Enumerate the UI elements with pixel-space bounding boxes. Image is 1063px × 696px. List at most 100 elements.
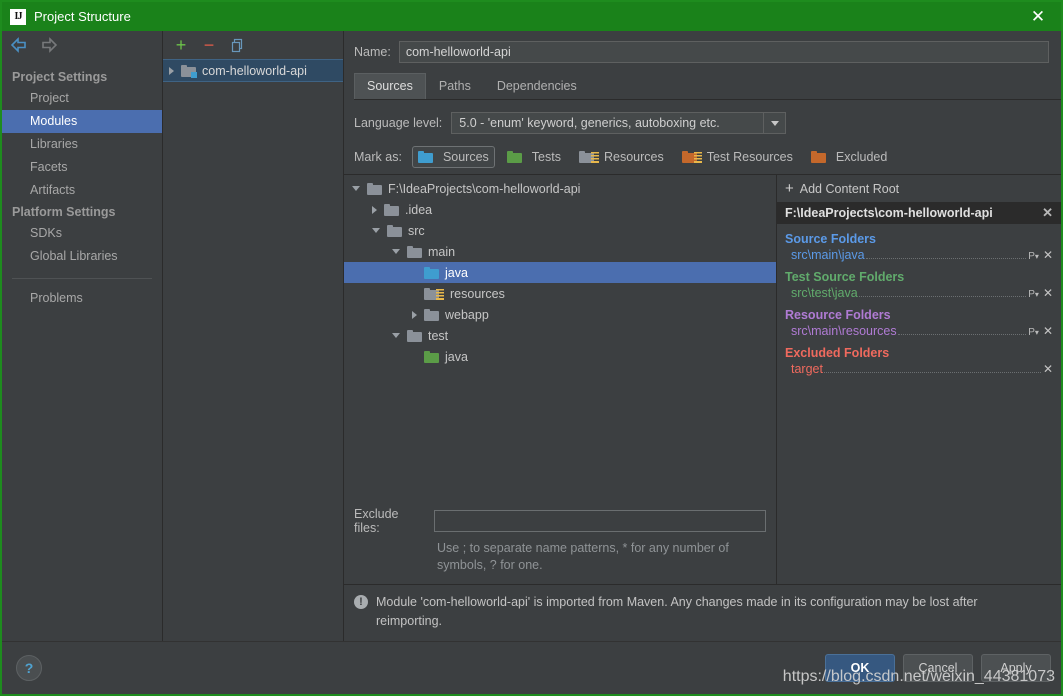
help-button[interactable]: ? xyxy=(16,655,42,681)
mark-as-excluded-button[interactable]: Excluded xyxy=(805,146,893,168)
tree-row-label: src xyxy=(408,223,425,238)
mark-as-test-resources-button[interactable]: Test Resources xyxy=(676,146,799,168)
exclude-files-input[interactable] xyxy=(433,510,766,532)
sidebar-item-facets[interactable]: Facets xyxy=(2,156,162,179)
mark-as-resources-label: Resources xyxy=(603,150,664,164)
remove-resource-folder-icon[interactable]: ✕ xyxy=(1043,324,1053,338)
test-source-folder-entry[interactable]: src\test\java P▾ ✕ xyxy=(785,286,1053,300)
remove-test-source-folder-icon[interactable]: ✕ xyxy=(1043,286,1053,300)
resources-folder-icon xyxy=(578,151,599,163)
resource-folder-entry[interactable]: src\main\resources P▾ ✕ xyxy=(785,324,1053,338)
add-content-root-button[interactable]: + Add Content Root xyxy=(777,175,1061,202)
source-folders-heading: Source Folders xyxy=(785,232,876,246)
tree-row-label: .idea xyxy=(405,202,433,217)
folder-icon xyxy=(424,308,439,321)
mark-as-tests-button[interactable]: Tests xyxy=(501,146,567,168)
sidebar-divider xyxy=(12,278,152,279)
window-title: Project Structure xyxy=(34,9,131,24)
back-arrow-icon[interactable] xyxy=(10,37,28,53)
mark-as-resources-button[interactable]: Resources xyxy=(573,146,670,168)
sidebar-item-problems[interactable]: Problems xyxy=(2,287,162,310)
sources-folder-icon xyxy=(417,151,433,163)
chevron-down-icon[interactable] xyxy=(372,228,380,233)
apply-button[interactable]: Apply xyxy=(981,654,1051,682)
language-level-value: 5.0 - 'enum' keyword, generics, autoboxi… xyxy=(459,116,720,130)
tree-row-selected[interactable]: java xyxy=(344,262,776,283)
chevron-right-icon[interactable] xyxy=(372,205,377,214)
source-folder-path: src\main\java xyxy=(791,248,865,262)
remove-source-folder-icon[interactable]: ✕ xyxy=(1043,248,1053,262)
cancel-button[interactable]: Cancel xyxy=(903,654,973,682)
tab-sources[interactable]: Sources xyxy=(354,73,426,99)
chevron-down-icon[interactable] xyxy=(763,113,785,133)
app-logo-icon: IJ xyxy=(10,8,26,25)
tree-row[interactable]: test xyxy=(344,325,776,346)
mark-as-tests-label: Tests xyxy=(531,150,561,164)
mark-as-label: Mark as: xyxy=(354,150,402,164)
module-folder-icon xyxy=(181,64,197,78)
module-name-input[interactable] xyxy=(398,41,1049,63)
sidebar-item-project[interactable]: Project xyxy=(2,87,162,110)
excluded-folders-heading: Excluded Folders xyxy=(785,346,890,360)
tree-row[interactable]: main xyxy=(344,241,776,262)
excluded-folder-entry[interactable]: target ✕ xyxy=(785,362,1053,376)
source-folder-entry[interactable]: src\main\java P▾ ✕ xyxy=(785,248,1053,262)
sidebar-item-libraries[interactable]: Libraries xyxy=(2,133,162,156)
tree-row[interactable]: F:\IdeaProjects\com-helloworld-api xyxy=(344,178,776,199)
content-root-path: F:\IdeaProjects\com-helloworld-api xyxy=(785,206,993,220)
add-module-icon[interactable]: + xyxy=(173,36,189,54)
sidebar-item-global-libraries[interactable]: Global Libraries xyxy=(2,245,162,268)
remove-content-root-icon[interactable]: ✕ xyxy=(1042,205,1053,221)
sidebar-item-sdks[interactable]: SDKs xyxy=(2,222,162,245)
excluded-folder-path: target xyxy=(791,362,823,376)
title-bar: IJ Project Structure ✕ xyxy=(2,2,1061,31)
tree-row[interactable]: src xyxy=(344,220,776,241)
package-prefix-icon[interactable]: P▾ xyxy=(1028,289,1039,300)
folder-icon xyxy=(407,245,422,258)
language-level-label: Language level: xyxy=(354,116,443,130)
tree-row[interactable]: .idea xyxy=(344,199,776,220)
plus-icon: + xyxy=(785,180,794,197)
package-prefix-icon[interactable]: P▾ xyxy=(1028,251,1039,262)
maven-import-message-text: Module 'com-helloworld-api' is imported … xyxy=(376,595,978,628)
tab-dependencies[interactable]: Dependencies xyxy=(484,73,590,99)
close-icon[interactable]: ✕ xyxy=(1015,2,1061,31)
dotted-filler xyxy=(865,258,1027,259)
tree-row[interactable]: resources xyxy=(344,283,776,304)
remove-module-icon[interactable]: − xyxy=(201,36,217,54)
module-list-item[interactable]: com-helloworld-api xyxy=(163,59,343,82)
resources-folder-icon xyxy=(424,287,444,300)
dialog-actions: OK Cancel Apply xyxy=(825,654,1051,682)
chevron-down-icon[interactable] xyxy=(352,186,360,191)
modules-toolbar: + − xyxy=(163,31,343,59)
test-resources-folder-icon xyxy=(681,151,702,163)
language-level-select[interactable]: 5.0 - 'enum' keyword, generics, autoboxi… xyxy=(451,112,787,134)
settings-sidebar: Project Settings Project Modules Librari… xyxy=(2,31,163,641)
test-source-folders-heading: Test Source Folders xyxy=(785,270,905,284)
ok-button[interactable]: OK xyxy=(825,654,895,682)
tab-paths[interactable]: Paths xyxy=(426,73,484,99)
remove-excluded-folder-icon[interactable]: ✕ xyxy=(1043,362,1053,376)
sidebar-item-artifacts[interactable]: Artifacts xyxy=(2,179,162,202)
module-name-row: Name: xyxy=(344,31,1061,69)
tree-row[interactable]: webapp xyxy=(344,304,776,325)
chevron-right-icon[interactable] xyxy=(169,66,174,75)
test-sources-folder-icon xyxy=(424,350,439,363)
package-prefix-icon[interactable]: P▾ xyxy=(1028,327,1039,338)
copy-module-icon[interactable] xyxy=(229,37,245,53)
tree-row-label: java xyxy=(445,265,468,280)
chevron-down-icon[interactable] xyxy=(392,333,400,338)
sidebar-item-modules[interactable]: Modules xyxy=(2,110,162,133)
mark-as-test-resources-label: Test Resources xyxy=(706,150,793,164)
sources-panes: F:\IdeaProjects\com-helloworld-api .idea… xyxy=(344,174,1061,584)
modules-panel: + − com-helloworld-api xyxy=(163,31,344,641)
exclude-files-hint: Use ; to separate name patterns, * for a… xyxy=(437,541,729,572)
module-editor: Name: Sources Paths Dependencies Languag… xyxy=(344,31,1061,641)
chevron-down-icon[interactable] xyxy=(392,249,400,254)
tree-row[interactable]: java xyxy=(344,346,776,367)
content-roots-pane: + Add Content Root F:\IdeaProjects\com-h… xyxy=(777,175,1061,584)
chevron-right-icon[interactable] xyxy=(412,310,417,319)
sidebar-group-platform-settings: Platform Settings xyxy=(12,205,116,219)
mark-as-sources-button[interactable]: Sources xyxy=(411,146,495,168)
sources-folder-icon xyxy=(424,266,439,279)
